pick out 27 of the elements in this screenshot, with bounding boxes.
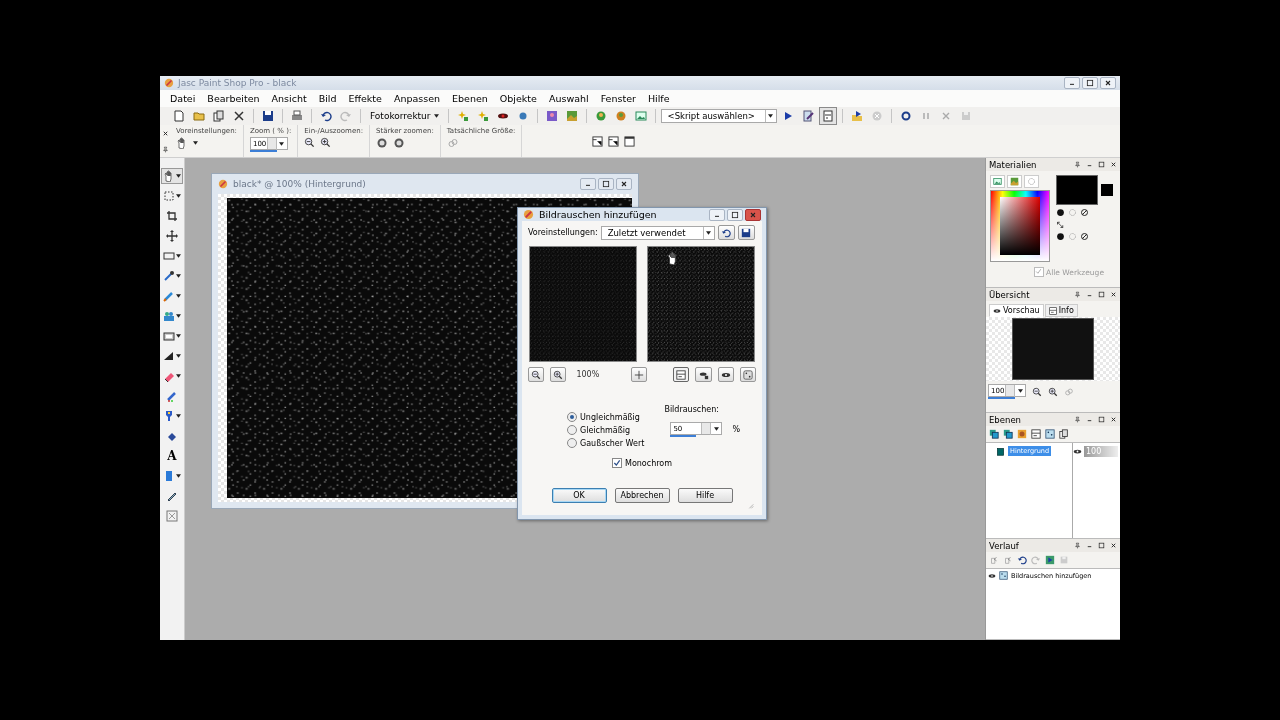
script-select[interactable]: <Skript auswählen>	[660, 109, 777, 123]
menu-item[interactable]: Effekte	[342, 93, 388, 104]
panel-title: Materialien	[989, 159, 1038, 170]
panel-tab[interactable]: Vorschau	[989, 304, 1044, 317]
unit-label: %	[732, 425, 740, 434]
menu-item[interactable]: Bearbeiten	[201, 93, 266, 104]
menu-item[interactable]: Fenster	[594, 93, 642, 104]
image-window-title: black* @ 100% (Hintergrund)	[233, 179, 367, 189]
menu-item[interactable]: Hilfe	[641, 93, 676, 104]
panel-title: Verlauf	[989, 540, 1020, 551]
panel-tab[interactable]: Info	[1044, 304, 1078, 317]
dialog-button[interactable]: Hilfe	[677, 488, 733, 503]
dialog-button[interactable]: Abbrechen	[614, 488, 670, 503]
menu-item[interactable]: Ebenen	[446, 93, 494, 104]
window-title: Jasc Paint Shop Pro - black	[178, 78, 298, 88]
text-tool[interactable]: A	[165, 448, 179, 464]
presets-dropdown[interactable]: Zuletzt verwendet	[600, 225, 715, 240]
menu-item[interactable]: Bild	[312, 93, 343, 104]
menu-item[interactable]: Anpassen	[387, 93, 447, 104]
noise-label: Bildrauschen:	[664, 405, 720, 414]
photo-fix-dropdown[interactable]: Fotokorrektur	[366, 111, 443, 121]
menu-item[interactable]: Ansicht	[265, 93, 313, 104]
panel-title: Übersicht	[989, 289, 1031, 300]
menu-item[interactable]: Auswahl	[542, 93, 595, 104]
menu-item[interactable]: Objekte	[493, 93, 543, 104]
menu-item[interactable]: Datei	[164, 93, 202, 104]
panel-title: Ebenen	[989, 414, 1022, 425]
